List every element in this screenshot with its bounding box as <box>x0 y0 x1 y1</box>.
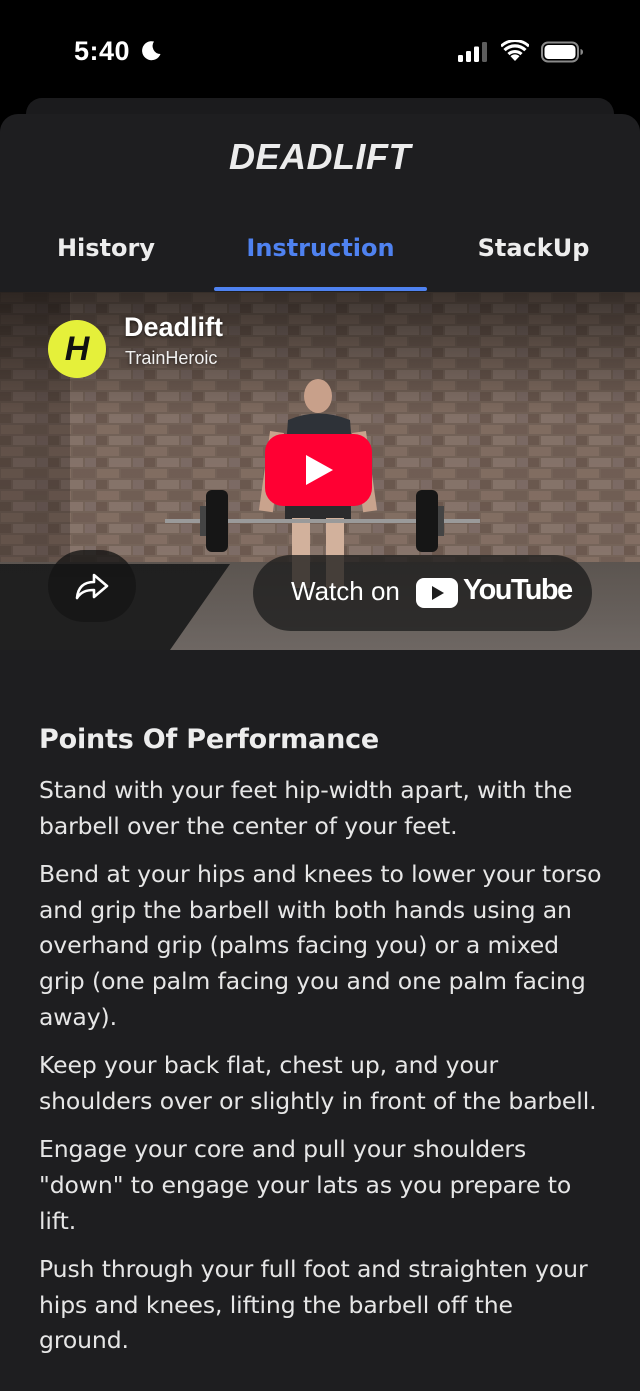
instructions-section: Points Of Performance Stand with your fe… <box>39 724 609 1372</box>
play-icon <box>305 455 333 485</box>
share-icon <box>75 573 109 600</box>
moon-icon <box>142 41 161 61</box>
youtube-logo-icon <box>416 578 458 608</box>
status-time: 5:40 <box>74 36 131 66</box>
watch-on-youtube-button[interactable]: Watch on YouTube <box>253 555 592 631</box>
channel-logo-letter: H <box>64 329 90 368</box>
instruction-step: Keep your back flat, chest up, and your … <box>39 1051 597 1115</box>
youtube-wordmark: YouTube <box>463 574 573 606</box>
cellular-signal-icon <box>458 42 487 62</box>
tab-instruction[interactable]: Instruction <box>214 220 427 292</box>
video-title[interactable]: Deadlift <box>124 312 223 343</box>
tab-history[interactable]: History <box>0 220 212 292</box>
video-channel-name[interactable]: TrainHeroic <box>125 348 217 369</box>
play-button[interactable] <box>265 434 372 506</box>
tab-stackup[interactable]: StackUp <box>427 220 640 292</box>
watch-on-label: Watch on <box>291 576 400 606</box>
instruction-step: Push through your full foot and straight… <box>39 1255 588 1355</box>
instruction-step: Engage your core and pull your shoulders… <box>39 1135 572 1235</box>
channel-logo[interactable]: H <box>48 320 106 378</box>
wifi-icon <box>501 40 529 61</box>
instruction-step: Bend at your hips and knees to lower you… <box>39 860 602 1031</box>
exercise-title: DEADLIFT <box>229 136 411 177</box>
share-button[interactable] <box>48 550 136 622</box>
points-of-performance-heading: Points Of Performance <box>39 724 380 755</box>
status-bar: 5:40 <box>0 0 640 100</box>
battery-icon <box>541 41 583 63</box>
tab-bar: History Instruction StackUp <box>0 220 640 292</box>
instruction-step: Stand with your feet hip-width apart, wi… <box>39 776 573 840</box>
video-player[interactable]: H Deadlift TrainHeroic Watch on YouTube <box>0 292 640 650</box>
exercise-sheet: DEADLIFT History Instruction StackUp H D… <box>0 114 640 1391</box>
active-tab-indicator <box>214 287 427 291</box>
